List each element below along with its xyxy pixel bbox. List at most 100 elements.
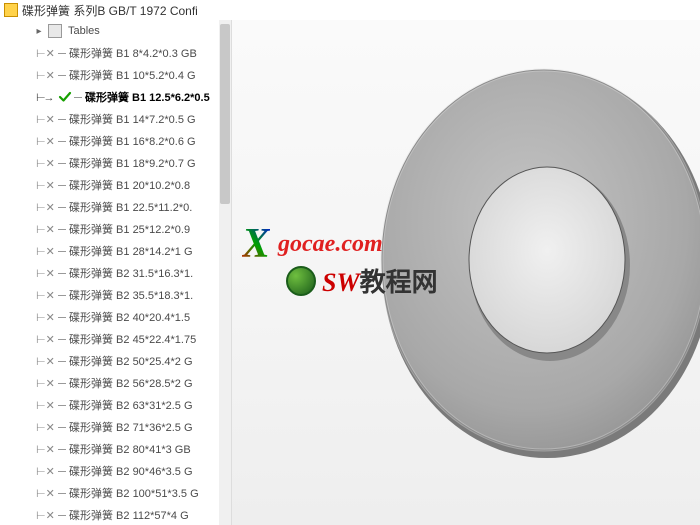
svg-text:⊢✕: ⊢✕ [36,334,55,346]
svg-text:⊢✕: ⊢✕ [36,312,55,324]
config-row[interactable]: ⊢✕ 碟形弹簧 B1 18*9.2*0.7 G [0,152,231,174]
config-label: 碟形弹簧 B2 40*20.4*1.5 [69,309,190,325]
config-label: 碟形弹簧 B2 56*28.5*2 G [69,375,193,391]
tree-connector-icon [58,515,66,516]
config-icon: ⊢✕ [36,398,56,412]
config-icon: ⊢→ [36,90,56,104]
config-row[interactable]: ⊢✕ 碟形弹簧 B2 45*22.4*1.75 [0,328,231,350]
config-icon: ⊢✕ [36,420,56,434]
svg-text:⊢→: ⊢→ [36,92,53,104]
tables-label: Tables [68,25,100,37]
config-label: 碟形弹簧 B2 63*31*2.5 G [69,397,193,413]
svg-text:⊢✕: ⊢✕ [36,466,55,478]
config-icon: ⊢✕ [36,354,56,368]
expand-icon[interactable]: ▸ [34,26,44,36]
config-row[interactable]: ⊢✕ 碟形弹簧 B2 40*20.4*1.5 [0,306,231,328]
config-icon: ⊢✕ [36,200,56,214]
config-row[interactable]: ⊢✕ 碟形弹簧 B1 10*5.2*0.4 G [0,64,231,86]
config-label: 碟形弹簧 B1 18*9.2*0.7 G [69,155,196,171]
window-header: 碟形弹簧 系列B GB/T 1972 Confi [0,0,700,20]
tree-connector-icon [58,405,66,406]
tree-connector-icon [58,295,66,296]
config-row[interactable]: ⊢✕ 碟形弹簧 B1 8*4.2*0.3 GB [0,42,231,64]
config-row[interactable]: ⊢✕ 碟形弹簧 B2 71*36*2.5 G [0,416,231,438]
svg-text:⊢✕: ⊢✕ [36,224,55,236]
disc-spring-model[interactable] [362,50,700,470]
svg-text:⊢✕: ⊢✕ [36,70,55,82]
config-icon: ⊢✕ [36,332,56,346]
config-row[interactable]: ⊢✕ 碟形弹簧 B1 22.5*11.2*0. [0,196,231,218]
config-icon: ⊢✕ [36,464,56,478]
config-icon: ⊢✕ [36,156,56,170]
tree-connector-icon [58,229,66,230]
svg-text:⊢✕: ⊢✕ [36,422,55,434]
config-row[interactable]: ⊢✕ 碟形弹簧 B2 100*51*3.5 G [0,482,231,504]
config-label: 碟形弹簧 B2 90*46*3.5 G [69,463,193,479]
model-viewport[interactable]: X gocae.com SW教程网 [232,20,700,525]
svg-text:⊢✕: ⊢✕ [36,356,55,368]
svg-text:⊢✕: ⊢✕ [36,246,55,258]
config-label: 碟形弹簧 B2 35.5*18.3*1. [69,287,193,303]
scrollbar-thumb[interactable] [220,24,230,204]
config-row[interactable]: ⊢✕ 碟形弹簧 B2 56*28.5*2 G [0,372,231,394]
tree-connector-icon [58,75,66,76]
config-label: 碟形弹簧 B1 12.5*6.2*0.5 [85,89,210,105]
svg-text:⊢✕: ⊢✕ [36,268,55,280]
config-label: 碟形弹簧 B2 71*36*2.5 G [69,419,193,435]
config-label: 碟形弹簧 B1 22.5*11.2*0. [69,199,192,215]
check-icon [58,90,72,104]
config-label: 碟形弹簧 B1 10*5.2*0.4 G [69,67,196,83]
svg-text:⊢✕: ⊢✕ [36,400,55,412]
config-row[interactable]: ⊢✕ 碟形弹簧 B1 25*12.2*0.9 [0,218,231,240]
config-icon: ⊢✕ [36,288,56,302]
tree-connector-icon [58,207,66,208]
tables-icon [48,24,62,38]
config-label: 碟形弹簧 B2 100*51*3.5 G [69,485,199,501]
config-icon: ⊢✕ [36,486,56,500]
config-row[interactable]: ⊢→ 碟形弹簧 B1 12.5*6.2*0.5 [0,86,231,108]
scrollbar-track[interactable] [219,20,231,525]
config-row[interactable]: ⊢✕ 碟形弹簧 B2 35.5*18.3*1. [0,284,231,306]
config-label: 碟形弹簧 B2 112*57*4 G [69,507,189,523]
config-icon: ⊢✕ [36,266,56,280]
config-label: 碟形弹簧 B2 50*25.4*2 G [69,353,193,369]
config-row[interactable]: ⊢✕碟形弹簧 B1 28*14.2*1 G [0,240,231,262]
config-row[interactable]: ⊢✕ 碟形弹簧 B2 63*31*2.5 G [0,394,231,416]
svg-text:⊢✕: ⊢✕ [36,378,55,390]
config-icon: ⊢✕ [36,46,56,60]
tree-connector-icon [58,449,66,450]
tree-connector-icon [58,427,66,428]
config-label: 碟形弹簧 B1 25*12.2*0.9 [69,221,190,237]
svg-text:⊢✕: ⊢✕ [36,180,55,192]
config-row[interactable]: ⊢✕碟形弹簧 B2 80*41*3 GB [0,438,231,460]
config-row[interactable]: ⊢✕ 碟形弹簧 B1 14*7.2*0.5 G [0,108,231,130]
config-row[interactable]: ⊢✕ 碟形弹簧 B2 50*25.4*2 G [0,350,231,372]
config-row[interactable]: ⊢✕碟形弹簧 B1 16*8.2*0.6 G [0,130,231,152]
svg-text:⊢✕: ⊢✕ [36,48,55,60]
config-icon: ⊢✕ [36,508,56,522]
feature-tree-panel: ▸ Tables ⊢✕碟形弹簧 B1 8*4.2*0.3 GB⊢✕碟形弹簧 B1… [0,20,232,525]
svg-text:⊢✕: ⊢✕ [36,510,55,522]
config-icon: ⊢✕ [36,222,56,236]
tree-connector-icon [58,471,66,472]
config-row[interactable]: ⊢✕ 碟形弹簧 B2 112*57*4 G [0,504,231,525]
config-icon: ⊢✕ [36,244,56,258]
tree-connector-icon [58,339,66,340]
tree-connector-icon [58,141,66,142]
tree-connector-icon [58,53,66,54]
config-row[interactable]: ⊢✕ 碟形弹簧 B2 31.5*16.3*1. [0,262,231,284]
config-icon: ⊢✕ [36,68,56,82]
config-label: 碟形弹簧 B1 14*7.2*0.5 G [69,111,196,127]
tree-connector-icon [58,251,66,252]
config-label: 碟形弹簧 B2 45*22.4*1.75 [69,331,196,347]
svg-text:⊢✕: ⊢✕ [36,158,55,170]
config-label: 碟形弹簧 B1 8*4.2*0.3 GB [69,45,197,61]
config-label: 碟形弹簧 B2 31.5*16.3*1. [69,265,193,281]
svg-text:⊢✕: ⊢✕ [36,114,55,126]
tree-node-tables[interactable]: ▸ Tables [0,20,231,42]
config-row[interactable]: ⊢✕碟形弹簧 B1 20*10.2*0.8 [0,174,231,196]
window-title: 碟形弹簧 系列B GB/T 1972 Confi [22,2,198,19]
svg-text:⊢✕: ⊢✕ [36,202,55,214]
config-row[interactable]: ⊢✕ 碟形弹簧 B2 90*46*3.5 G [0,460,231,482]
svg-text:⊢✕: ⊢✕ [36,136,55,148]
